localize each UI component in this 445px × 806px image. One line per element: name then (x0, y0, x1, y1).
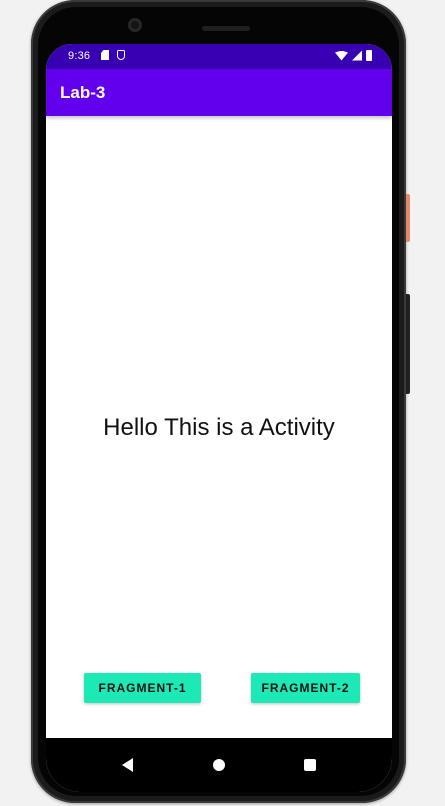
sd-card-icon (101, 50, 109, 60)
home-icon[interactable] (213, 759, 225, 771)
earpiece-speaker (202, 26, 250, 31)
screen: 9:36 Lab-3 Hello This is a Activity FRAG… (46, 44, 392, 792)
signal-icon (352, 50, 362, 61)
status-system-icons (335, 50, 372, 61)
app-title: Lab-3 (60, 83, 106, 102)
navigation-bar (46, 738, 392, 792)
battery-icon (366, 50, 372, 61)
fragment-2-button[interactable]: FRAGMENT-2 (251, 673, 360, 703)
power-button[interactable] (406, 194, 410, 242)
status-notification-icons (101, 50, 125, 60)
back-icon[interactable] (122, 758, 133, 772)
status-bar: 9:36 (46, 44, 392, 69)
recents-icon[interactable] (304, 759, 316, 771)
status-time: 9:36 (68, 50, 91, 62)
shield-icon (117, 50, 125, 60)
front-camera (128, 18, 142, 32)
wifi-icon (335, 50, 348, 61)
activity-message: Hello This is a Activity (103, 414, 335, 441)
fragment-1-button[interactable]: FRAGMENT-1 (84, 673, 201, 703)
volume-button[interactable] (406, 294, 410, 394)
app-bar: Lab-3 (46, 69, 392, 116)
